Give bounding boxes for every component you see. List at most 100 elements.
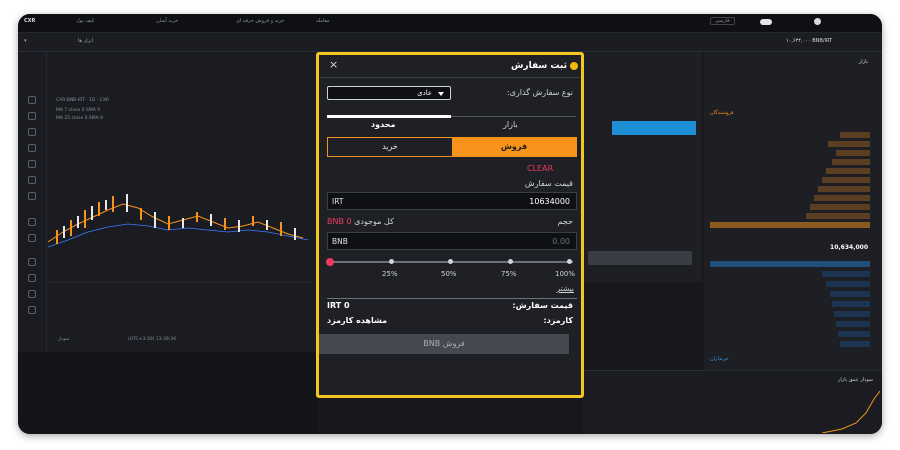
theme-toggle[interactable] [760,19,772,25]
slider-label-50: 50% [441,270,457,278]
price-label: قیمت سفارش [524,179,573,188]
text-tool-icon[interactable] [28,160,36,168]
chart-tab[interactable]: نمودار [58,337,70,342]
sell-bnb-button[interactable]: فروش BNB [319,334,569,354]
list-item[interactable] [710,195,870,201]
slider-tick-75[interactable] [508,259,513,264]
order-modal: ثبت سفارش × نوع سفارش گذاری: عادی محدود … [316,52,584,398]
measure-icon[interactable] [28,192,36,200]
ma-line-1: MA 7 close 0 SMA 9 [56,108,101,113]
nav-pro-trade[interactable]: خرید و فروش حرفه ای [236,18,285,24]
order-type-label: نوع سفارش گذاری: [506,88,573,97]
tab-limit-indicator [327,115,451,118]
more-link[interactable]: بیشتر [557,284,574,293]
pencil-icon[interactable] [28,144,36,152]
close-icon[interactable]: × [329,58,338,71]
order-book-last-price: 10,634,000 [830,244,868,251]
price-value: 10634000 [529,197,570,206]
bnb-coin-icon [570,62,578,70]
slider-handle[interactable] [326,258,334,266]
list-item[interactable] [710,331,870,337]
buy-tab-background [612,121,696,135]
list-item[interactable] [710,141,870,147]
list-item[interactable] [710,168,870,174]
list-item[interactable] [710,271,870,277]
slider-label-100: 100% [555,270,576,278]
fee-label: کارمزد: [543,316,574,325]
depth-chart-title: نمودار عمق بازار [838,377,874,383]
line-tool-icon[interactable] [28,112,36,120]
ma-line-2: MA 25 close 0 SMA 9 [56,116,103,121]
list-item[interactable] [710,132,870,138]
chart-panel: CXR:BNB-IRT · 1D · CXR MA 7 close 0 SMA … [18,52,318,352]
trade-panel-background [582,52,702,282]
chart-symbol: CXR:BNB-IRT · 1D · CXR [56,98,110,103]
drawing-toolbar [18,52,47,352]
pattern-icon[interactable] [28,176,36,184]
buyers-label: خریداران [710,356,729,362]
order-price-summary-label: قیمت سفارش: [512,301,573,310]
list-item[interactable] [710,150,870,156]
order-book: بازار فروشندگان 10,634,000 خریداران [704,52,882,370]
list-item[interactable] [710,341,870,347]
nav-wallet[interactable]: کیف پول [76,18,94,24]
clear-button[interactable]: CLEAR [527,164,553,173]
slider-label-25: 25% [382,270,398,278]
buy-button-background [588,251,692,265]
list-item[interactable] [710,301,870,307]
nav-easy-buy[interactable]: خرید آسان [156,18,178,24]
sell-toggle-button[interactable]: فروش [452,138,576,156]
chevron-down-icon [438,92,444,96]
notification-icon[interactable] [814,18,821,25]
price-input[interactable]: IRT 10634000 [327,192,577,210]
tab-market[interactable]: بازار [503,120,518,129]
list-item[interactable] [710,204,870,210]
tab-market-underline [451,116,576,117]
view-fee-link[interactable]: مشاهده کارمزد [327,316,387,325]
eye-icon[interactable] [28,290,36,298]
list-item[interactable] [710,159,870,165]
nav-trade[interactable]: معامله [316,18,330,24]
volume-placeholder: 0.00 [552,237,570,246]
title-divider [319,77,581,78]
side-toggle: خرید فروش [327,137,577,157]
depth-chart-panel: نمودار عمق بازار [582,370,882,434]
list-item[interactable] [710,261,870,267]
balance-label: کل موجودی [354,217,394,226]
sellers-label: فروشندگان [710,110,734,116]
price-ticker: ۱۰,۶۳۴,۰۰۰ BNB/IRT [786,38,833,44]
order-price-summary-value: IRT 0 [327,301,350,310]
slider-tick-25[interactable] [389,259,394,264]
tab-limit[interactable]: محدود [371,120,395,129]
trash-icon[interactable] [28,306,36,314]
crosshair-icon[interactable] [28,96,36,104]
list-item[interactable] [710,291,870,297]
list-item[interactable] [710,311,870,317]
lock-icon[interactable] [28,274,36,282]
market-bar: ▾ ابزار ها ۱۰,۶۳۴,۰۰۰ BNB/IRT [18,33,882,52]
depth-chart [822,390,880,433]
chart-time: (UTC+3:30) 13:39:34 [128,337,176,342]
tools-dropdown[interactable]: ابزار ها [78,38,93,44]
volume-input[interactable]: BNB 0.00 [327,232,577,250]
slider-tick-100[interactable] [567,259,572,264]
buy-toggle-button[interactable]: خرید [328,138,452,156]
order-type-value: عادی [417,89,432,97]
zoom-icon[interactable] [28,234,36,242]
candlestick-chart[interactable] [48,132,313,302]
list-item[interactable] [710,321,870,327]
magnet-icon[interactable] [28,258,36,266]
chevron-down-icon[interactable]: ▾ [24,38,27,44]
list-item[interactable] [710,281,870,287]
slider-tick-50[interactable] [448,259,453,264]
list-item[interactable] [710,186,870,192]
modal-title: ثبت سفارش [510,61,567,71]
language-select[interactable]: فارسی [710,17,735,25]
ruler-icon[interactable] [28,218,36,226]
order-type-select[interactable]: عادی [327,86,451,100]
list-item[interactable] [710,222,870,228]
brush-icon[interactable] [28,128,36,136]
list-item[interactable] [710,177,870,183]
price-currency: IRT [332,197,344,206]
list-item[interactable] [710,213,870,219]
